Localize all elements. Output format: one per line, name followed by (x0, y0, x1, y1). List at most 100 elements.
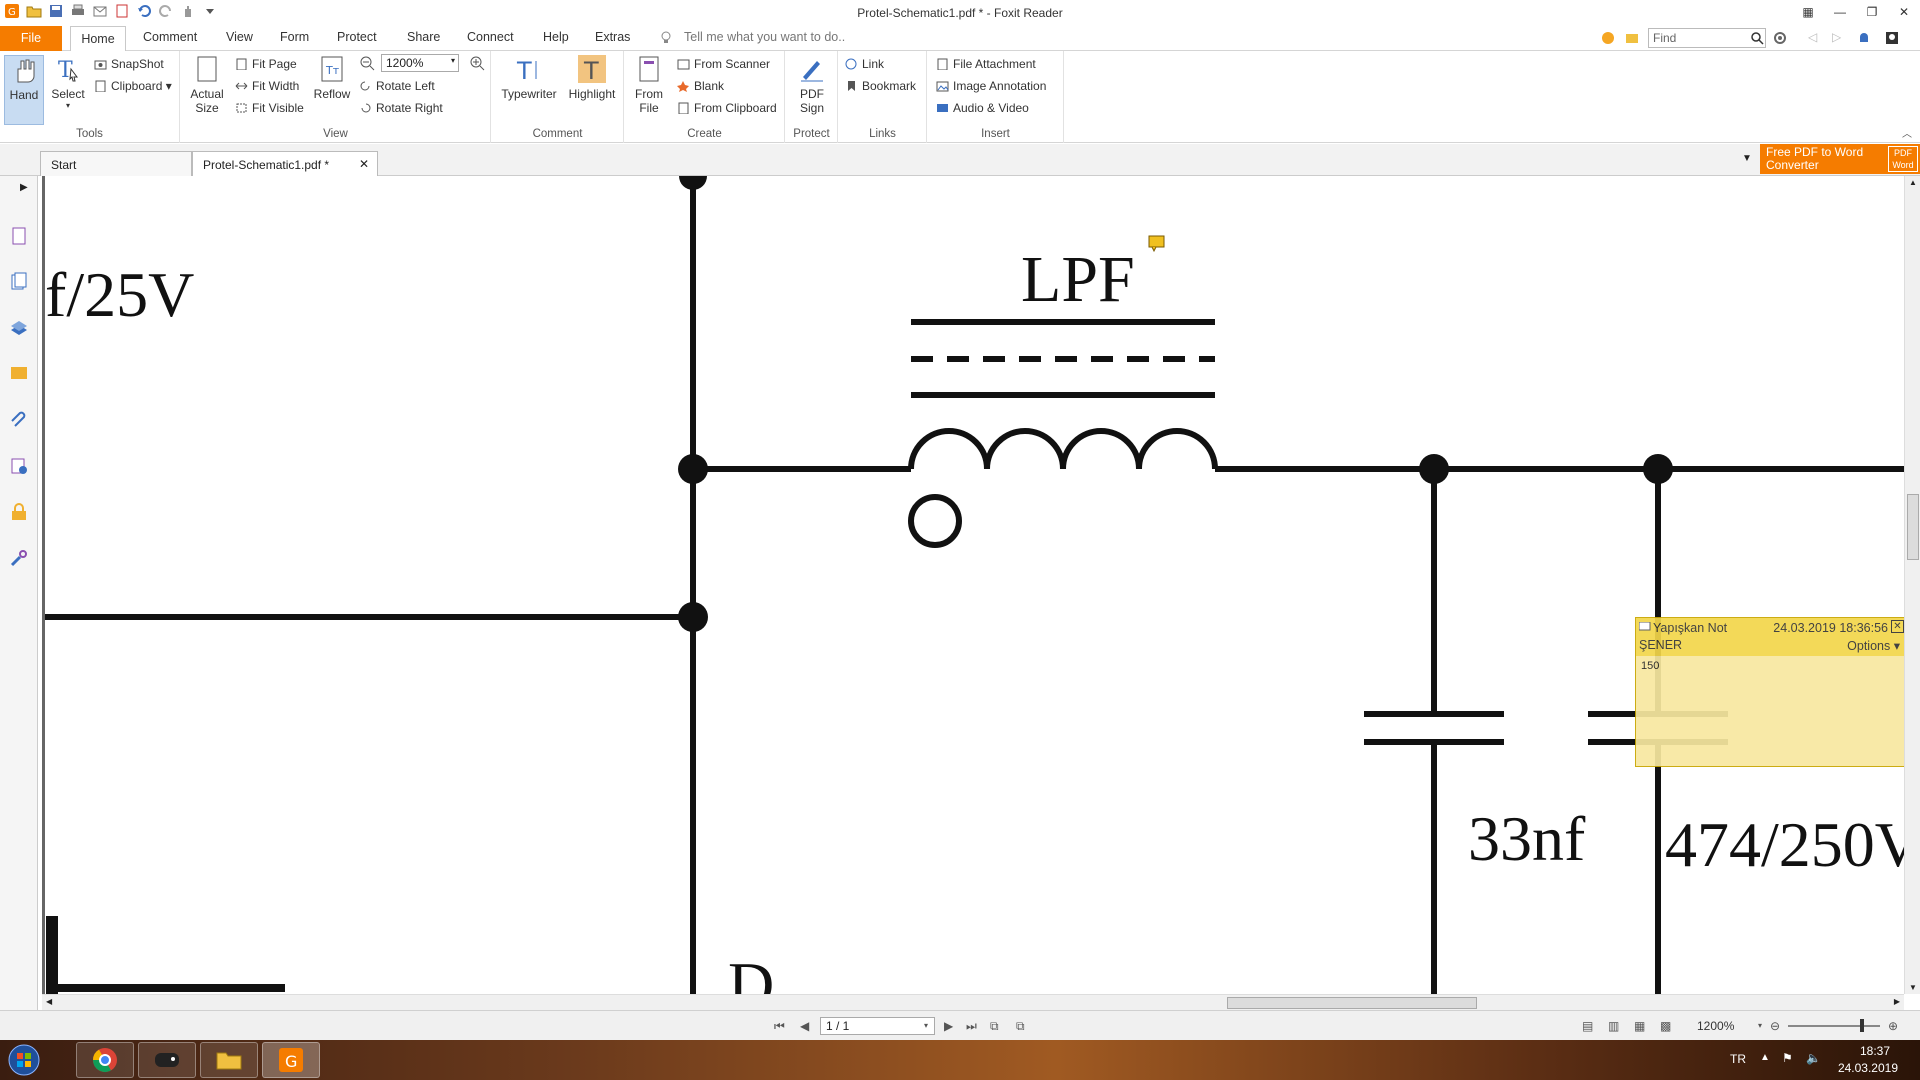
rotate-left-button[interactable]: Rotate Left (359, 79, 435, 93)
find-input[interactable]: Find (1648, 28, 1766, 48)
clock-time[interactable]: 18:37 (1860, 1044, 1890, 1058)
security-lock-icon[interactable] (9, 502, 29, 522)
scroll-right-icon[interactable]: ▶ (1894, 997, 1900, 1006)
reflow-button[interactable]: Tт Reflow (311, 55, 353, 101)
continuous-facing-icon[interactable]: ▩ (1660, 1019, 1671, 1033)
search-folder-icon[interactable] (1624, 30, 1640, 49)
single-page-icon[interactable]: ▤ (1582, 1019, 1593, 1033)
tab-current-document[interactable]: Protel-Schematic1.pdf * ✕ (192, 151, 378, 176)
fit-visible-button[interactable]: Fit Visible (235, 101, 304, 115)
previous-view-icon[interactable]: ◁ (1808, 30, 1817, 44)
minimize-button[interactable]: — (1824, 0, 1856, 26)
page-dropdown-icon[interactable]: ▾ (924, 1021, 928, 1030)
tab-view[interactable]: View (226, 30, 253, 44)
zoom-in-icon[interactable] (469, 55, 485, 74)
link-button[interactable]: Link (845, 57, 884, 71)
file-explorer-taskbar-button[interactable] (200, 1042, 258, 1078)
restore-button[interactable]: ❐ (1856, 0, 1888, 26)
hand-button[interactable]: Hand (4, 55, 44, 125)
sticky-note-options-menu[interactable]: Options ▾ (1847, 638, 1900, 653)
document-page-view[interactable]: f/25V LPF 33nf 474/250V D Yapışkan Not 2… (42, 176, 1904, 994)
next-page-icon[interactable]: ▶ (944, 1019, 953, 1033)
scroll-left-icon[interactable]: ◀ (46, 997, 52, 1006)
scroll-up-icon[interactable]: ▲ (1909, 178, 1917, 187)
foxit-taskbar-button[interactable]: G (262, 1042, 320, 1078)
from-clipboard-button[interactable]: From Clipboard (677, 101, 777, 115)
fit-page-button[interactable]: Fit Page (235, 57, 297, 71)
settings-gear-icon[interactable] (1772, 30, 1788, 49)
blank-button[interactable]: Blank (677, 79, 724, 93)
audio-video-button[interactable]: Audio & Video (936, 101, 1029, 115)
sticky-note-popup[interactable]: Yapışkan Not 24.03.2019 18:36:56 ✕ ŞENER… (1635, 617, 1904, 767)
previous-page-icon[interactable]: ◀ (800, 1019, 809, 1033)
page-thumbnails-icon[interactable] (9, 226, 29, 246)
zoom-level-status[interactable]: 1200% (1697, 1019, 1734, 1033)
tab-start[interactable]: Start (40, 151, 192, 176)
attachments-icon[interactable] (9, 410, 29, 430)
tab-protect[interactable]: Protect (337, 30, 377, 44)
sticky-note-header[interactable]: Yapışkan Not 24.03.2019 18:36:56 ✕ ŞENER… (1636, 618, 1904, 656)
vertical-scroll-thumb[interactable] (1907, 494, 1919, 560)
tab-help[interactable]: Help (543, 30, 569, 44)
tab-file[interactable]: File (0, 26, 62, 51)
last-page-icon[interactable]: ⏭ (966, 1019, 977, 1034)
clipboard-button[interactable]: Clipboard ▾ (94, 79, 172, 93)
tab-home[interactable]: Home (70, 26, 126, 52)
first-page-icon[interactable]: ⏮ (774, 1019, 785, 1034)
notification-bell-icon[interactable] (1856, 30, 1872, 49)
comments-list-icon[interactable] (9, 364, 29, 384)
next-view-icon[interactable]: ▷ (1832, 30, 1841, 44)
favorite-icon[interactable] (1600, 30, 1616, 49)
signatures-icon[interactable] (9, 456, 29, 476)
tools-icon[interactable] (9, 548, 29, 568)
from-file-button[interactable]: From File (629, 55, 669, 115)
image-annotation-button[interactable]: Image Annotation (936, 79, 1046, 93)
action-center-flag-icon[interactable]: ⚑ (1782, 1051, 1793, 1065)
close-button[interactable]: ✕ (1888, 0, 1920, 26)
search-icon[interactable] (1750, 31, 1764, 48)
fit-width-button[interactable]: Fit Width (235, 79, 299, 93)
zoom-in-icon[interactable]: ⊕ (1888, 1019, 1898, 1033)
close-icon[interactable]: ✕ (1891, 620, 1904, 633)
zoom-dropdown-icon[interactable]: ▾ (1758, 1021, 1762, 1030)
page-number-field[interactable]: 1 / 1 (820, 1017, 935, 1035)
volume-icon[interactable]: 🔈 (1806, 1051, 1821, 1065)
tell-me-search[interactable]: Tell me what you want to do.. (684, 30, 845, 44)
vertical-scrollbar[interactable]: ▲ ▼ (1904, 176, 1920, 994)
account-icon[interactable] (1884, 30, 1900, 49)
horizontal-scroll-thumb[interactable] (1227, 997, 1477, 1009)
zoom-out-icon[interactable] (359, 55, 375, 74)
zoom-slider-knob[interactable] (1860, 1019, 1864, 1032)
zoom-out-icon[interactable]: ⊖ (1770, 1019, 1780, 1033)
file-attachment-button[interactable]: File Attachment (936, 57, 1036, 71)
bookmark-button[interactable]: Bookmark (845, 79, 916, 93)
chrome-taskbar-button[interactable] (76, 1042, 134, 1078)
previous-view-icon[interactable]: ⧉ (990, 1019, 999, 1034)
highlight-button[interactable]: T Highlight (564, 55, 620, 101)
snapshot-button[interactable]: SnapShot (94, 57, 164, 71)
layers-icon[interactable] (9, 318, 29, 338)
next-view-icon[interactable]: ⧉ (1016, 1019, 1025, 1034)
close-tab-icon[interactable]: ✕ (359, 157, 369, 171)
show-hidden-icons-icon[interactable]: ▲ (1760, 1052, 1770, 1063)
pages-icon[interactable] (9, 272, 29, 292)
tab-extras[interactable]: Extras (595, 30, 630, 44)
facing-pages-icon[interactable]: ▦ (1634, 1019, 1645, 1033)
typewriter-button[interactable]: T Typewriter (498, 55, 560, 101)
clock-date[interactable]: 24.03.2019 (1838, 1061, 1898, 1075)
input-language-indicator[interactable]: TR (1730, 1052, 1746, 1066)
comment-note-marker-icon[interactable] (1148, 235, 1165, 253)
tab-share[interactable]: Share (407, 30, 440, 44)
actual-size-button[interactable]: Actual Size (187, 55, 227, 115)
zoom-level-select[interactable]: 1200% (381, 54, 459, 72)
expand-panel-icon[interactable]: ▶ (20, 182, 28, 193)
tab-comment[interactable]: Comment (143, 30, 197, 44)
tab-connect[interactable]: Connect (467, 30, 514, 44)
game-controller-taskbar-button[interactable] (138, 1042, 196, 1078)
zoom-slider[interactable] (1788, 1025, 1880, 1027)
pdf-to-word-promo[interactable]: Free PDF to Word Converter PDF Word (1760, 144, 1920, 174)
pdf-sign-button[interactable]: PDF Sign (790, 55, 834, 115)
rotate-right-button[interactable]: Rotate Right (359, 101, 443, 115)
tab-list-dropdown-icon[interactable]: ▼ (1742, 153, 1752, 164)
tab-form[interactable]: Form (280, 30, 309, 44)
